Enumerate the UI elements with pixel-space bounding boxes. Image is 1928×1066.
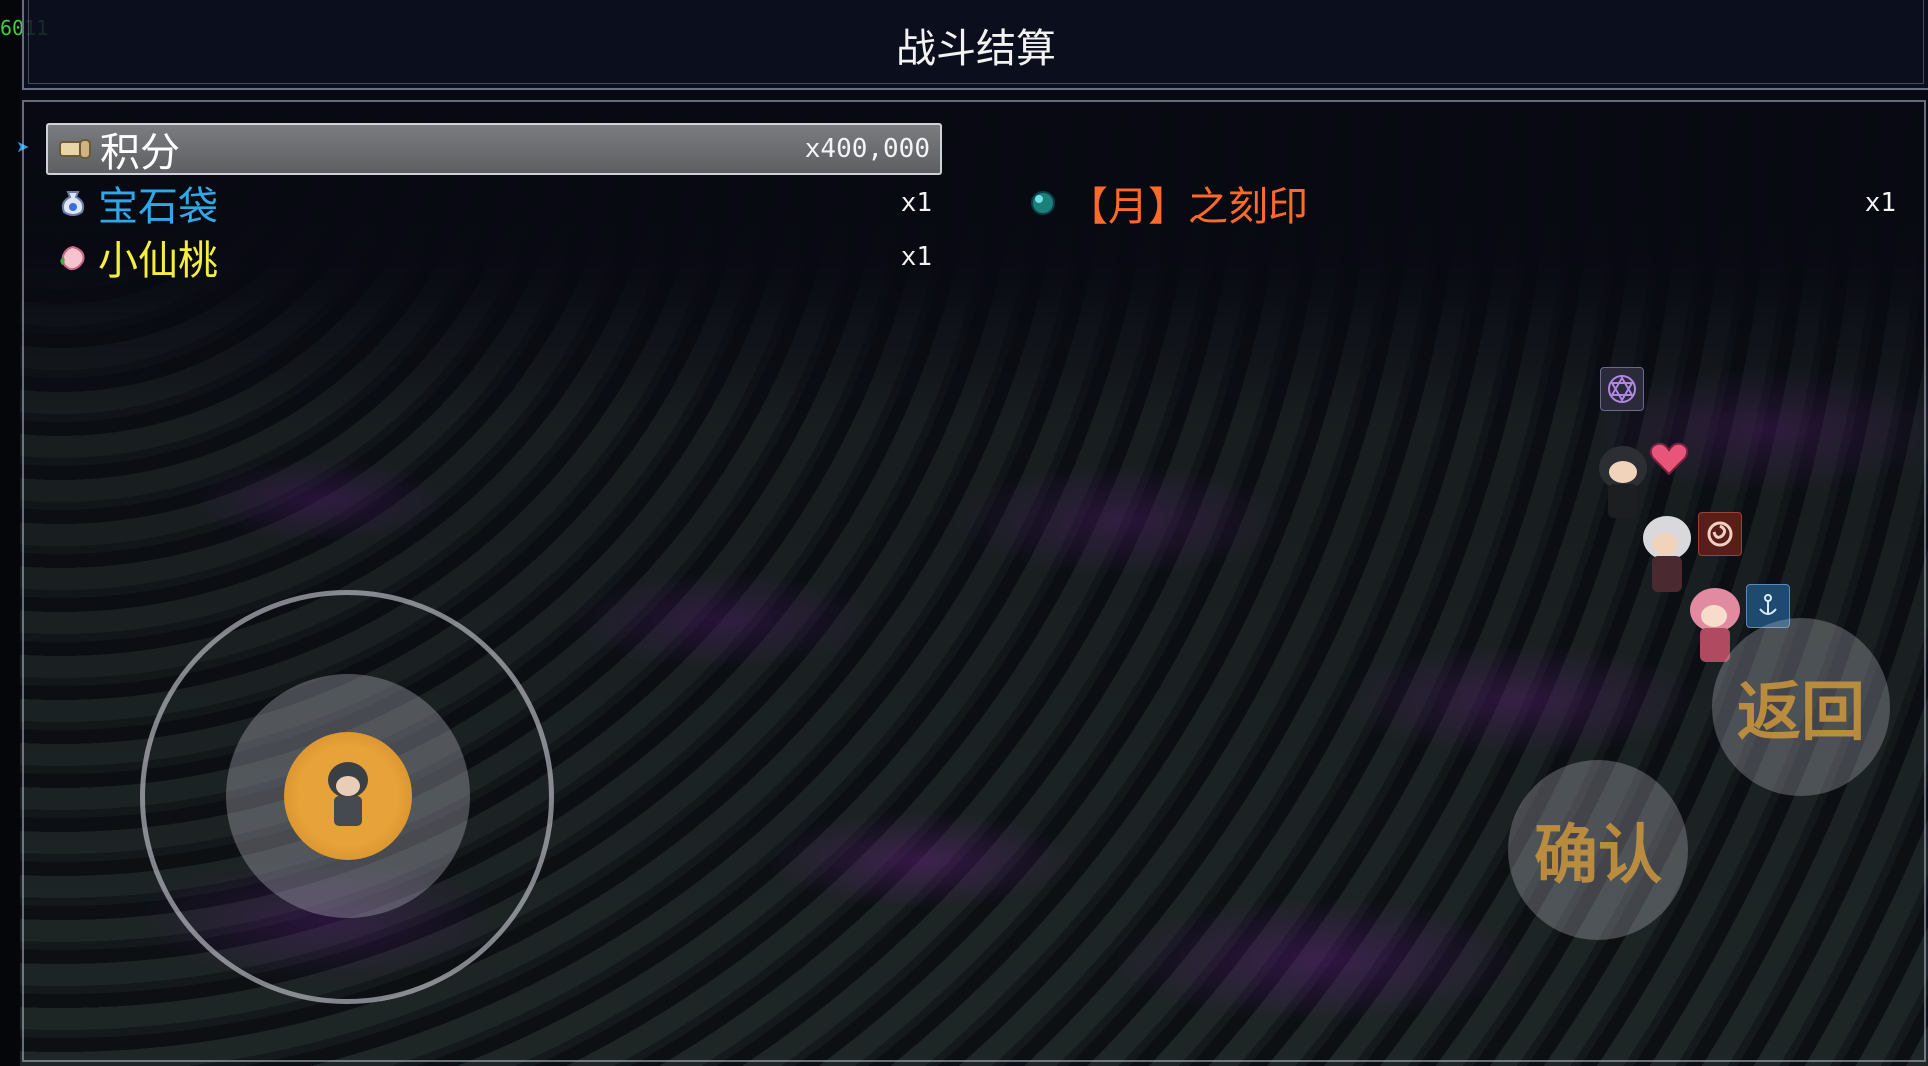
reward-item-moon-seal[interactable]: 【月】之刻印 x1 bbox=[1016, 177, 1906, 230]
reward-item-gem-bag[interactable]: 宝石袋 x1 bbox=[46, 177, 942, 230]
virtual-joystick-knob[interactable] bbox=[284, 732, 412, 860]
moon-orb-icon bbox=[1026, 186, 1060, 220]
back-button[interactable]: 返回 bbox=[1712, 618, 1890, 796]
gem-bag-icon bbox=[56, 186, 90, 220]
player-avatar-icon bbox=[328, 762, 368, 826]
title-window: 战斗结算 bbox=[22, 0, 1928, 90]
reward-item-peach[interactable]: 小仙桃 x1 bbox=[46, 231, 942, 284]
reward-item-points[interactable]: 积分 x400,000 bbox=[46, 123, 942, 176]
swirl-icon bbox=[1698, 512, 1742, 556]
confirm-button[interactable]: 确认 bbox=[1508, 760, 1688, 940]
peach-icon bbox=[56, 240, 90, 274]
left-edge-strip bbox=[0, 0, 20, 1066]
page-title: 战斗结算 bbox=[896, 26, 1056, 72]
hexagram-icon bbox=[1600, 367, 1644, 411]
scroll-icon bbox=[58, 132, 92, 166]
